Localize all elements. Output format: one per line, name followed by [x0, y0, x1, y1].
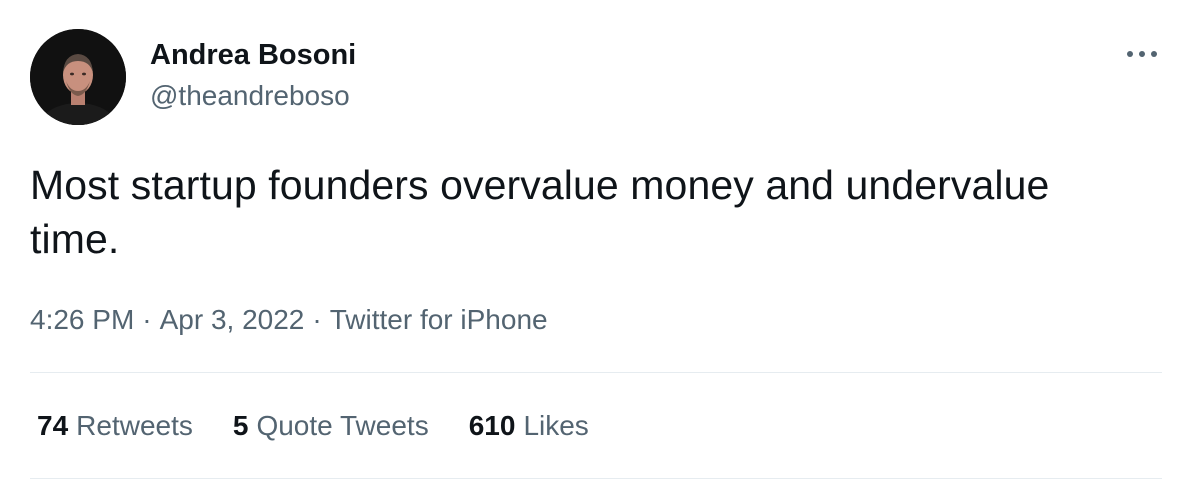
retweets-stat[interactable]: 74 Retweets: [37, 408, 193, 444]
avatar[interactable]: [30, 29, 126, 125]
author-handle[interactable]: @theandreboso: [150, 78, 350, 114]
meta-separator: ·: [142, 304, 152, 335]
tweet-card: Andrea Bosoni @theandreboso Most startup…: [0, 0, 1198, 486]
profile-photo-icon: [30, 29, 126, 125]
tweet-text: Most startup founders overvalue money an…: [30, 162, 1050, 262]
engagement-stats: 74 Retweets 5 Quote Tweets 610 Likes: [37, 408, 629, 444]
likes-count: 610: [468, 410, 516, 441]
quote-tweets-label: Quote Tweets: [256, 410, 429, 441]
retweets-count: 74: [37, 410, 69, 441]
divider: [30, 372, 1162, 373]
more-options-button[interactable]: [1120, 34, 1164, 74]
tweet-time[interactable]: 4:26 PM: [30, 304, 134, 335]
tweet-metadata: 4:26 PM · Apr 3, 2022 · Twitter for iPhone: [30, 302, 548, 338]
tweet-source[interactable]: Twitter for iPhone: [330, 304, 548, 335]
divider: [30, 478, 1162, 479]
quote-tweets-count: 5: [232, 410, 249, 441]
retweets-label: Retweets: [76, 410, 193, 441]
likes-label: Likes: [523, 410, 589, 441]
meta-separator: ·: [312, 304, 322, 335]
author-name[interactable]: Andrea Bosoni: [150, 37, 356, 73]
tweet-date[interactable]: Apr 3, 2022: [160, 304, 305, 335]
quote-tweets-stat[interactable]: 5 Quote Tweets: [233, 408, 429, 444]
more-horizontal-icon: [1127, 51, 1157, 57]
likes-stat[interactable]: 610 Likes: [469, 408, 589, 444]
